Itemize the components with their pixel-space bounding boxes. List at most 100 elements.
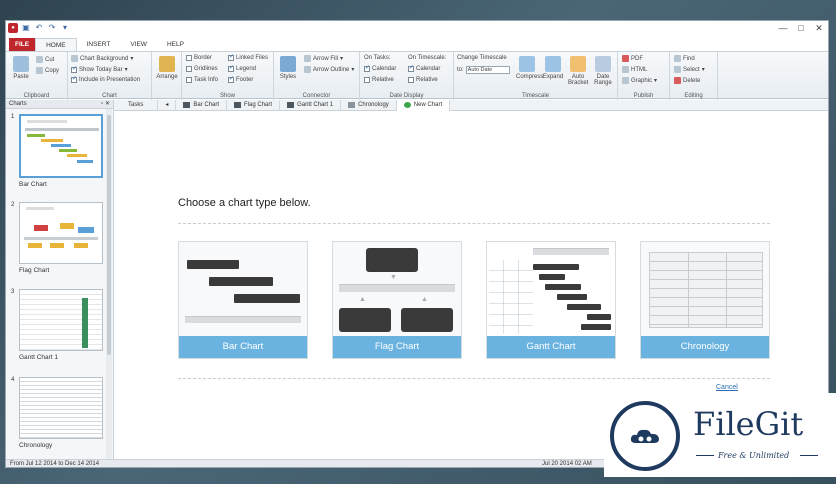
- graphic-button[interactable]: Graphic ▾: [622, 77, 657, 84]
- tab-flag-chart[interactable]: Flag Chart: [227, 99, 281, 111]
- minimize-button[interactable]: —: [774, 21, 792, 35]
- copy-button[interactable]: Copy: [36, 67, 59, 74]
- thumbnail-number: 2: [11, 202, 15, 208]
- tab-file[interactable]: FILE: [9, 38, 36, 51]
- styles-button[interactable]: Styles: [277, 56, 299, 80]
- tab-gantt-chart[interactable]: Gantt Chart 1: [280, 99, 342, 111]
- tab-help[interactable]: HELP: [157, 38, 194, 51]
- scrollbar-thumb[interactable]: [107, 115, 111, 355]
- tab-chronology-label: Chronology: [358, 101, 389, 108]
- flag-chart-button[interactable]: Flag Chart: [333, 336, 461, 358]
- bar-chart-button[interactable]: Bar Chart: [179, 336, 307, 358]
- expand-button[interactable]: Expand: [542, 56, 564, 80]
- timescale-relative-checkbox[interactable]: Relative: [408, 77, 438, 83]
- thumbnail-number: 4: [11, 377, 15, 383]
- dropdown-icon[interactable]: ▾: [60, 23, 70, 33]
- tab-home[interactable]: HOME: [35, 38, 77, 51]
- pdf-button[interactable]: PDF: [622, 55, 643, 62]
- tasks-relative-checkbox[interactable]: Relative: [364, 77, 394, 83]
- copy-icon: [36, 67, 43, 74]
- tab-view[interactable]: VIEW: [120, 38, 157, 51]
- gantt-chart-button[interactable]: Gantt Chart: [487, 336, 615, 358]
- chart-background-button[interactable]: Chart Background ▾: [71, 55, 133, 62]
- task-info-label: Task Info: [194, 77, 219, 83]
- paste-button[interactable]: Paste: [11, 56, 31, 80]
- paste-label: Paste: [13, 74, 29, 80]
- chronology-thumbnail-image: [19, 377, 103, 439]
- html-button[interactable]: HTML: [622, 66, 647, 73]
- tab-scroll-left[interactable]: ◂: [158, 99, 177, 111]
- undo-icon[interactable]: ↶: [34, 23, 44, 33]
- timescale-group-label: Timescale: [521, 93, 550, 99]
- calendar-label: Calendar: [372, 66, 397, 72]
- compress-button[interactable]: Compress: [516, 56, 543, 80]
- paste-icon: [13, 56, 29, 72]
- task-info-checkbox[interactable]: Task Info: [186, 77, 218, 83]
- on-tasks-label: On Tasks:: [364, 55, 391, 61]
- gantt-chart-thumbnail-image: [19, 289, 103, 351]
- gridlines-checkbox[interactable]: Gridlines: [186, 66, 218, 72]
- pin-icon[interactable]: ▫ ✕: [101, 100, 110, 109]
- select-button[interactable]: Select ▾: [674, 66, 705, 73]
- editing-group: Find Select ▾ Delete Editing: [670, 52, 718, 100]
- border-checkbox[interactable]: Border: [186, 55, 212, 61]
- divider: [696, 455, 714, 456]
- tasks-calendar-checkbox[interactable]: Calendar: [364, 64, 397, 72]
- arrange-button[interactable]: Arrange: [155, 56, 179, 80]
- checkbox-icon: [71, 75, 77, 83]
- delete-button[interactable]: Delete: [674, 77, 700, 84]
- redo-icon[interactable]: ↷: [47, 23, 57, 33]
- table-icon: [348, 102, 356, 108]
- save-icon[interactable]: ▣: [21, 23, 31, 33]
- include-presentation-checkbox[interactable]: Include in Presentation: [71, 75, 140, 83]
- preview-ruler: [339, 284, 455, 292]
- cut-button[interactable]: Cut: [36, 56, 54, 63]
- date-range-button[interactable]: Date Range: [592, 56, 614, 86]
- charts-pane-title: Charts: [9, 101, 27, 107]
- maximize-button[interactable]: □: [792, 21, 810, 35]
- bar-chart-card[interactable]: Bar Chart: [178, 241, 308, 359]
- document-tabs: Tasks ◂ Bar Chart Flag Chart Gantt Chart…: [114, 99, 828, 111]
- gantt-chart-card[interactable]: Gantt Chart: [486, 241, 616, 359]
- show-group-label: Show: [219, 93, 235, 99]
- footer-checkbox[interactable]: Footer: [228, 75, 254, 83]
- thumbnail-number: 1: [11, 114, 15, 120]
- auto-bracket-button[interactable]: Auto Bracket: [568, 56, 588, 86]
- filegit-logo-icon: [610, 401, 680, 471]
- arrow-down-icon: ▼: [390, 274, 397, 281]
- tab-tasks[interactable]: Tasks: [114, 99, 159, 111]
- relative-label: Relative: [372, 77, 394, 83]
- close-button[interactable]: ✕: [810, 21, 828, 35]
- charts-pane-scrollbar[interactable]: [106, 109, 112, 459]
- border-label: Border: [194, 55, 213, 61]
- chronology-button[interactable]: Chronology: [641, 336, 769, 358]
- linked-files-checkbox[interactable]: Linked Files: [228, 53, 268, 61]
- tab-chronology[interactable]: Chronology: [341, 99, 397, 111]
- tab-bar-chart-label: Bar Chart: [193, 101, 220, 108]
- flag-chart-card[interactable]: ▼ ▲ ▲ Flag Chart: [332, 241, 462, 359]
- footer-label: Footer: [236, 77, 254, 83]
- show-today-bar-checkbox[interactable]: Show Today Bar ▾: [71, 65, 128, 73]
- timescale-group: Change Timescale to: Auto Date Compress E…: [454, 52, 618, 100]
- divider: [178, 223, 770, 224]
- connector-group-label: Connector: [302, 93, 331, 99]
- legend-checkbox[interactable]: Legend: [228, 64, 256, 72]
- timescale-select-value[interactable]: Auto Date: [465, 66, 510, 74]
- thumbnail-label: Bar Chart: [19, 181, 47, 188]
- tab-insert[interactable]: INSERT: [77, 38, 121, 51]
- cancel-link[interactable]: Cancel: [716, 384, 738, 391]
- tab-new-chart[interactable]: New Chart: [396, 99, 451, 111]
- chart-background-label: Chart Background: [80, 55, 129, 62]
- tab-bar-chart[interactable]: Bar Chart: [176, 99, 228, 111]
- preview-bar: [557, 294, 587, 300]
- arrow-outline-button[interactable]: Arrow Outline ▾: [304, 66, 354, 73]
- arrange-label: Arrange: [156, 74, 178, 80]
- pdf-icon: [622, 55, 629, 62]
- timescale-select[interactable]: to: Auto Date: [457, 66, 510, 74]
- timescale-calendar-checkbox[interactable]: Calendar: [408, 64, 440, 72]
- find-button[interactable]: Find: [674, 55, 695, 62]
- preview-bar: [209, 277, 273, 286]
- chronology-card[interactable]: Chronology: [640, 241, 770, 359]
- flag-chart-preview: ▼ ▲ ▲: [333, 242, 461, 338]
- arrow-fill-button[interactable]: Arrow Fill ▾: [304, 55, 343, 62]
